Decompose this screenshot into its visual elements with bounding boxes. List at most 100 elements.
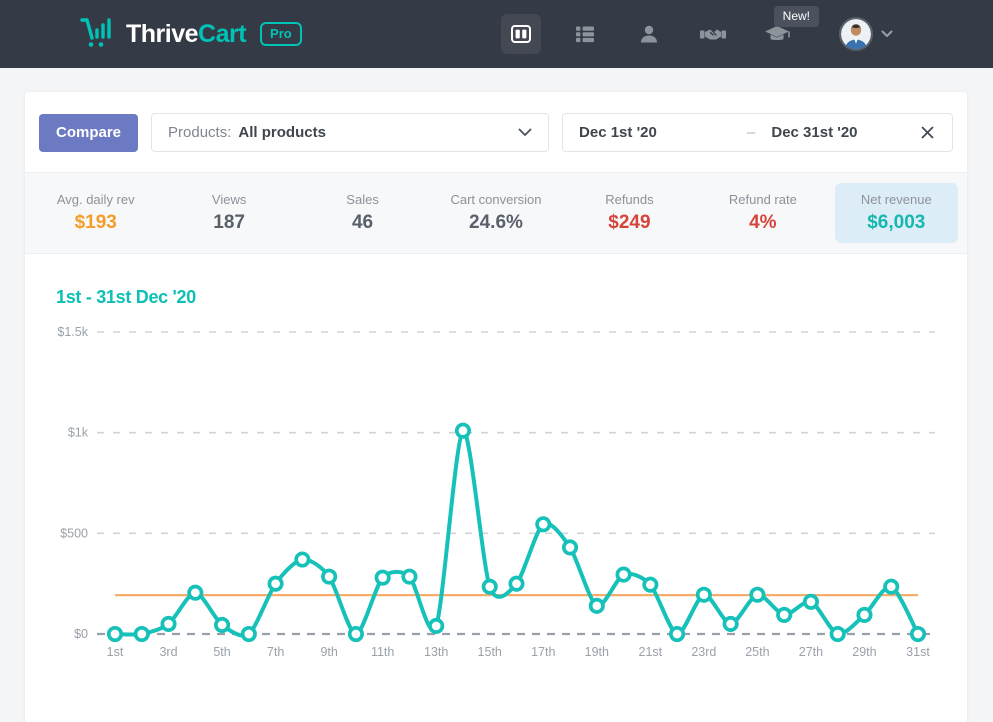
chart-point-day-1[interactable] xyxy=(106,625,124,643)
y-axis-label: $1k xyxy=(68,426,89,440)
chevron-down-icon xyxy=(881,25,893,43)
chart-point-day-24[interactable] xyxy=(722,615,739,632)
stat-refund-rate[interactable]: Refund rate 4% xyxy=(701,183,824,243)
chart-point-day-20[interactable] xyxy=(615,566,632,583)
account-menu[interactable] xyxy=(839,17,893,51)
chart-point-day-18[interactable] xyxy=(561,539,579,556)
date-end-input[interactable]: Dec 31st '20 xyxy=(771,124,917,141)
date-range-separator: – xyxy=(747,124,756,141)
y-axis-label: $1.5k xyxy=(57,325,88,339)
date-start-input[interactable]: Dec 1st '20 xyxy=(579,124,747,141)
stat-label: Sales xyxy=(346,192,379,207)
chart-point-day-14[interactable] xyxy=(454,422,472,439)
header-nav xyxy=(501,14,893,54)
filter-bar: Compare Products: All products Dec 1st '… xyxy=(25,92,967,172)
y-axis-label: $500 xyxy=(60,526,88,540)
brand-name: ThriveCart xyxy=(126,19,247,48)
stat-label: Avg. daily rev xyxy=(56,192,135,207)
stat-value: $249 xyxy=(608,212,651,233)
x-axis-label: 9th xyxy=(320,645,337,659)
products-list-icon[interactable] xyxy=(565,14,605,54)
revenue-chart: $0 $500 $1k $1.5k 1st 3rd 5th 7th 9th 11th 13th 15t… xyxy=(25,318,967,675)
products-select-label: Products: xyxy=(168,124,232,141)
x-axis-label: 29th xyxy=(852,645,876,659)
stat-label: Refunds xyxy=(605,192,654,207)
chart-point-day-19[interactable] xyxy=(588,597,605,614)
stat-sales[interactable]: Sales 46 xyxy=(301,183,424,243)
y-axis-label: $0 xyxy=(74,627,88,641)
chart-point-day-16[interactable] xyxy=(508,575,525,592)
chart-point-day-7[interactable] xyxy=(267,575,284,592)
chart-point-day-10[interactable] xyxy=(347,625,364,643)
chart-point-day-12[interactable] xyxy=(401,568,418,585)
app-header: ThriveCart Pro New! xyxy=(0,0,993,68)
date-range-picker: Dec 1st '20 – Dec 31st '20 xyxy=(562,113,953,152)
chart-point-day-29[interactable] xyxy=(856,606,873,623)
dashboard-panel: Compare Products: All products Dec 1st '… xyxy=(25,92,967,722)
x-axis-label: 7th xyxy=(267,645,284,659)
avatar xyxy=(839,17,873,51)
brand-logo[interactable]: ThriveCart Pro xyxy=(80,16,302,53)
stat-value: 46 xyxy=(351,212,374,233)
x-axis-label: 27th xyxy=(799,645,823,659)
chart-point-day-11[interactable] xyxy=(374,569,391,586)
stat-cart-conversion[interactable]: Cart conversion 24.6% xyxy=(434,183,557,243)
x-axis-label: 17th xyxy=(531,645,555,659)
chart-point-day-26[interactable] xyxy=(776,606,793,623)
stat-label: Net revenue xyxy=(860,192,932,207)
new-feature-badge: New! xyxy=(773,6,819,27)
x-axis-label: 13th xyxy=(424,645,448,659)
stat-views[interactable]: Views 187 xyxy=(167,183,290,243)
x-axis-label: 11th xyxy=(371,645,394,659)
chart-point-day-21[interactable] xyxy=(642,576,659,593)
stat-value: 187 xyxy=(213,212,245,233)
chart-point-day-31[interactable] xyxy=(909,625,927,643)
chart-point-day-15[interactable] xyxy=(481,578,498,595)
chart-point-day-25[interactable] xyxy=(749,586,766,603)
chart-point-day-27[interactable] xyxy=(802,593,819,610)
chart-point-day-6[interactable] xyxy=(240,625,257,643)
stat-label: Refund rate xyxy=(728,192,797,207)
x-axis-label: 19th xyxy=(585,645,609,659)
pro-badge: Pro xyxy=(260,22,302,46)
chart-point-day-9[interactable] xyxy=(321,568,338,585)
chart-point-day-13[interactable] xyxy=(428,617,445,634)
chart-point-day-2[interactable] xyxy=(133,625,150,643)
chart-point-day-28[interactable] xyxy=(829,625,846,643)
products-select-value: All products xyxy=(238,124,326,141)
chart-point-day-8[interactable] xyxy=(294,551,311,568)
stat-value: 24.6% xyxy=(469,212,523,233)
chart-section: 1st - 31st Dec '20 $0 $500 $1k $1.5k 1st 3rd 5… xyxy=(25,254,967,675)
stat-label: Views xyxy=(211,192,247,207)
close-icon xyxy=(921,126,934,139)
x-axis-label: 1st xyxy=(107,645,124,659)
stats-row: Avg. daily rev $193 Views 187 Sales 46 Cart co… xyxy=(25,172,967,254)
chevron-down-icon xyxy=(518,124,532,142)
stat-net-revenue[interactable]: Net revenue $6,003 xyxy=(834,183,958,243)
chart-point-day-22[interactable] xyxy=(669,625,686,643)
cart-logo-icon xyxy=(80,16,116,53)
stat-label: Cart conversion xyxy=(450,192,542,207)
x-axis-label: 3rd xyxy=(159,645,177,659)
dashboard-icon[interactable] xyxy=(501,14,541,54)
clear-date-button[interactable] xyxy=(917,122,938,143)
stat-value: $6,003 xyxy=(867,212,926,233)
chart-point-day-3[interactable] xyxy=(160,615,177,632)
compare-button[interactable]: Compare xyxy=(39,113,139,152)
stat-value: 4% xyxy=(749,212,777,233)
user-icon[interactable] xyxy=(629,14,669,54)
x-axis-label: 23rd xyxy=(691,645,716,659)
chart-point-day-17[interactable] xyxy=(535,516,552,533)
chart-point-day-30[interactable] xyxy=(883,578,900,595)
chart-point-day-5[interactable] xyxy=(214,616,231,633)
affiliates-handshake-icon[interactable] xyxy=(693,14,733,54)
chart-point-day-4[interactable] xyxy=(187,584,204,601)
x-axis-label: 15th xyxy=(478,645,502,659)
chart-title: 1st - 31st Dec '20 xyxy=(56,287,196,307)
stat-refunds[interactable]: Refunds $249 xyxy=(568,183,691,243)
stat-avg-daily-rev[interactable]: Avg. daily rev $193 xyxy=(34,183,157,243)
stat-value: $193 xyxy=(74,212,117,233)
products-select[interactable]: Products: All products xyxy=(151,113,550,152)
x-axis-label: 5th xyxy=(213,645,230,659)
chart-point-day-23[interactable] xyxy=(695,586,712,603)
